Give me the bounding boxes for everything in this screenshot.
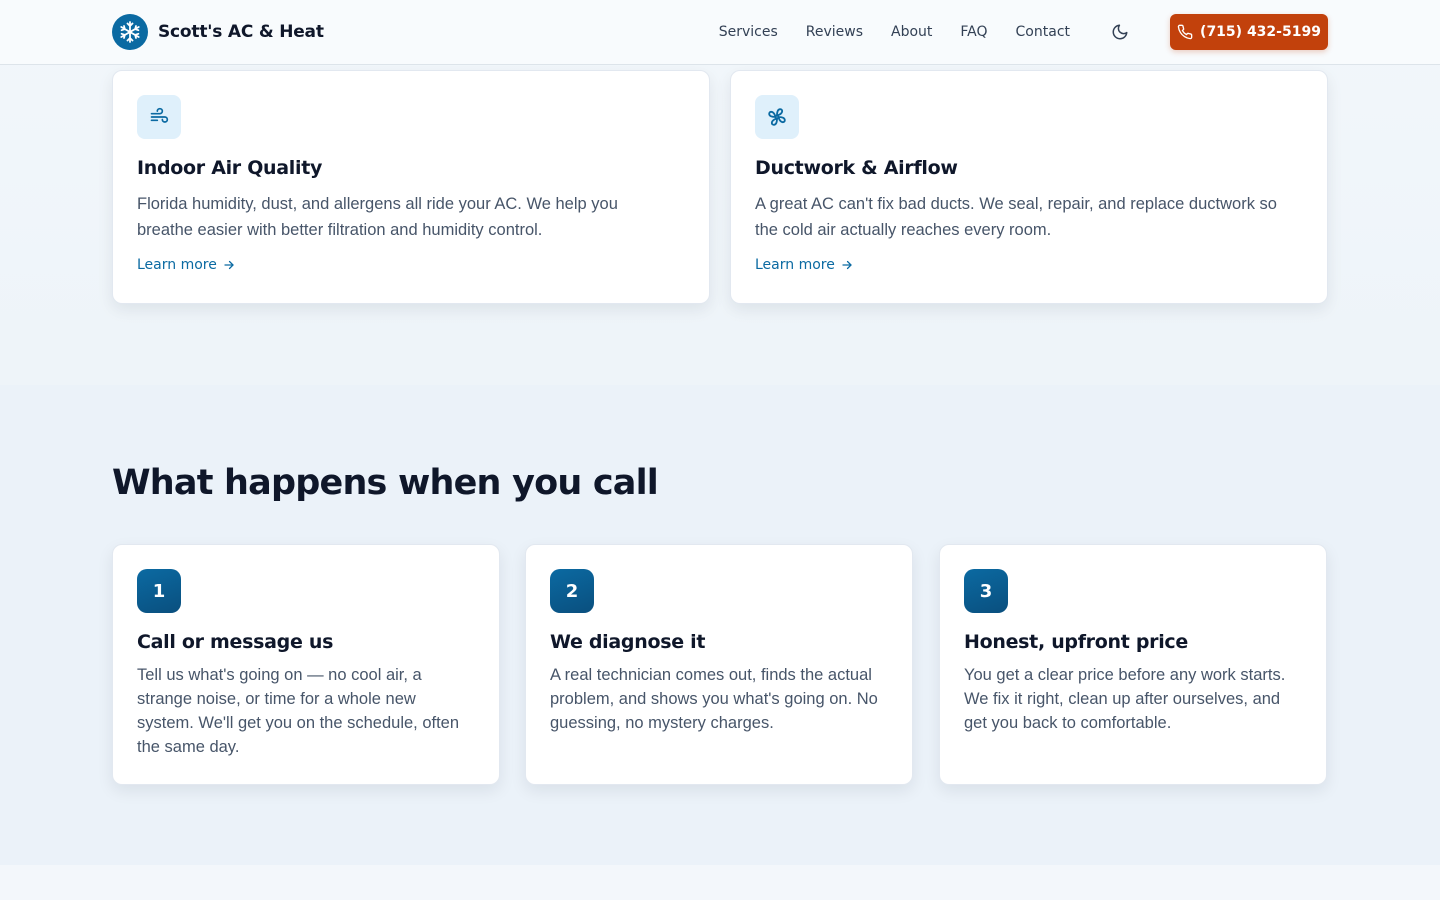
nav-link-reviews[interactable]: Reviews <box>806 24 863 40</box>
learn-more-label: Learn more <box>137 257 217 273</box>
nav-link-faq[interactable]: FAQ <box>960 24 987 40</box>
nav-link-contact[interactable]: Contact <box>1016 24 1070 40</box>
call-button[interactable]: (715) 432-5199 <box>1170 14 1328 50</box>
service-card-air-quality: Indoor Air Quality Florida humidity, dus… <box>112 70 710 304</box>
learn-more-label: Learn more <box>755 257 835 273</box>
phone-icon <box>1177 24 1193 40</box>
snowflake-icon <box>112 14 148 50</box>
wind-icon <box>137 95 181 139</box>
arrow-right-icon <box>842 260 852 270</box>
call-button-label: (715) 432-5199 <box>1200 24 1321 40</box>
theme-toggle-button[interactable] <box>1106 18 1134 46</box>
step-number-badge: 2 <box>550 569 594 613</box>
arrow-right-icon <box>224 260 234 270</box>
learn-more-link[interactable]: Learn more <box>755 257 853 273</box>
service-card-title: Indoor Air Quality <box>137 157 323 179</box>
learn-more-link[interactable]: Learn more <box>137 257 235 273</box>
service-card-description: Florida humidity, dust, and allergens al… <box>137 195 618 239</box>
step-number-badge: 1 <box>137 569 181 613</box>
section-title: What happens when you call <box>112 463 659 503</box>
brand-link[interactable]: Scott's AC & Heat <box>112 14 324 50</box>
step-card-1: 1 Call or message us Tell us what's goin… <box>112 544 500 785</box>
fan-icon <box>755 95 799 139</box>
services-section: Indoor Air Quality Florida humidity, dus… <box>0 65 1440 385</box>
step-card-3: 3 Honest, upfront price You get a clear … <box>939 544 1327 785</box>
step-title: We diagnose it <box>550 631 706 653</box>
step-description: Tell us what's going on — no cool air, a… <box>137 666 460 756</box>
step-card-2: 2 We diagnose it A real technician comes… <box>525 544 913 785</box>
nav-link-about[interactable]: About <box>891 24 932 40</box>
service-card-title: Ductwork & Airflow <box>755 157 958 179</box>
service-card-description: A great AC can't fix bad ducts. We seal,… <box>755 195 1277 239</box>
service-card-ductwork: Ductwork & Airflow A great AC can't fix … <box>730 70 1328 304</box>
step-description: You get a clear price before any work st… <box>964 666 1286 732</box>
next-section-edge <box>0 865 1440 900</box>
site-header: Scott's AC & Heat Services Reviews About… <box>0 0 1440 65</box>
step-title: Call or message us <box>137 631 334 653</box>
brand-name: Scott's AC & Heat <box>158 22 324 42</box>
step-description: A real technician comes out, finds the a… <box>550 666 878 732</box>
step-title: Honest, upfront price <box>964 631 1188 653</box>
moon-icon <box>1112 24 1128 40</box>
nav-link-services[interactable]: Services <box>719 24 778 40</box>
how-it-works-section: What happens when you call 1 Call or mes… <box>0 385 1440 865</box>
step-number-badge: 3 <box>964 569 1008 613</box>
main-nav: Services Reviews About FAQ Contact <box>719 0 1070 64</box>
